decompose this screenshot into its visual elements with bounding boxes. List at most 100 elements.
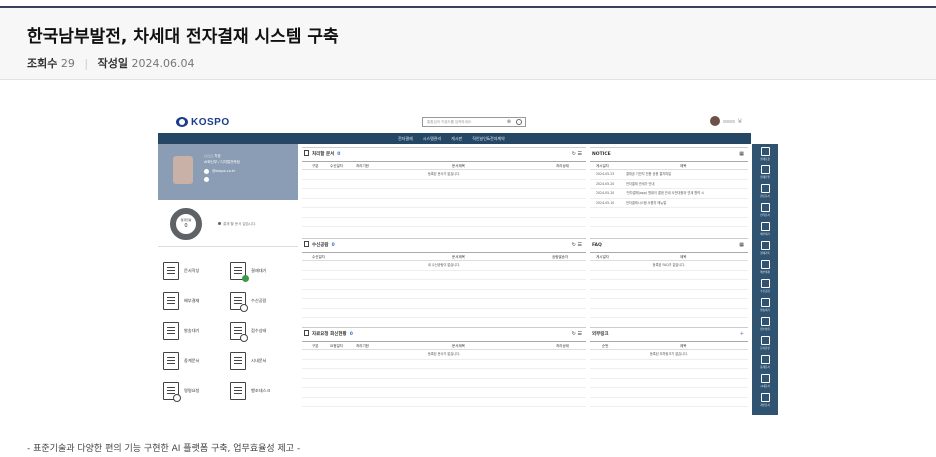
screenshot-left-panel: ○○○ 차장 AI혁신부 / 디지털전략팀 @kospo.co.kr 결재현황 … [158, 144, 298, 415]
refresh-list-icon: ↻ ☰ [571, 242, 582, 248]
views-value: 29 [60, 57, 75, 70]
refresh-list-icon: ↻ ☰ [571, 331, 582, 337]
notice-panel: NOTICE ▦ 게시일자 제목 2024.05.23 결재공 기안지 전용 공용… [590, 147, 748, 235]
screenshot-nav: 전자결재 시스템관리 게시판 직인날인&전자계약 [158, 133, 751, 144]
table-row: 등록된 문서가 없습니다. [302, 170, 586, 180]
screenshot-user: 님 [710, 116, 742, 126]
doc-icon [760, 393, 770, 402]
article-caption: - 표준기술과 다양한 편의 기능 구현한 AI 플랫폼 구축, 업무효율성 제… [27, 444, 301, 454]
article-title: 한국남부발전, 차세대 전자결재 시스템 구축 [27, 27, 339, 47]
mail-send-icon [163, 322, 179, 340]
doc-icon [760, 317, 770, 326]
doc-icon [760, 336, 770, 345]
profile-email: @kospo.co.kr [212, 169, 236, 173]
kospo-logo-icon [176, 117, 188, 127]
sidebar-item: 수신공람 [756, 279, 774, 294]
doc-icon [760, 184, 770, 193]
profile-dept: AI혁신부 / 디지털전략팀 [204, 160, 240, 164]
table-row: 2024.05.23 결재공 기안지 전용 공용 결지파일 [590, 170, 748, 180]
relay-icon [163, 352, 179, 370]
doc-icon [760, 279, 770, 288]
nav-item: 전자결재 [398, 136, 413, 141]
receipt-icon [230, 322, 248, 342]
gauge-label: 결재현황 [180, 218, 192, 222]
nav-item: 게시판 [451, 136, 463, 141]
sidebar-item: 결재진행 [756, 165, 774, 180]
user-label: 님 [738, 118, 742, 123]
doc-icon [760, 355, 770, 364]
sidebar-item: 배부결재 [756, 260, 774, 275]
table-row: 새 수신공람이 없습니다. [302, 261, 586, 271]
doc-icon [760, 374, 770, 383]
sidebar-item: 배부대기 [756, 222, 774, 237]
sidebar-item: 발송대기 [756, 298, 774, 313]
doc-icon [760, 298, 770, 307]
menu-item: 배부결재 [163, 288, 228, 314]
table-row: 등록된 FAQ가 없습니다. [590, 261, 748, 271]
doc-icon [760, 241, 770, 250]
menu-item: 명령요청 [163, 378, 228, 404]
table-row: 2024.05.10 전자결재시스템 사용자 매뉴얼 [590, 199, 748, 208]
city-document-icon [230, 352, 246, 370]
avatar [710, 116, 720, 126]
doc-icon [760, 260, 770, 269]
menu-item: 결재대기 [230, 258, 295, 284]
menu-item: 문서작성 [163, 258, 228, 284]
gauge-note: 결재 할 문서 없습니다. [218, 222, 256, 227]
helpdesk-icon [230, 382, 246, 400]
document-icon [163, 262, 179, 280]
menu-item: 행조데스크 [230, 378, 295, 404]
received-panel: 수신공람 0 ↻ ☰ 수신일자 문서제목 공람발송자 새 수신공람이 없습니다. [302, 238, 586, 323]
menu-item: 발송대기 [163, 318, 228, 344]
mail-search-icon [230, 292, 248, 312]
screenshot-search-input: 통합검색 키워드를 입력하세요 ⊗ [422, 117, 526, 127]
email-icon [204, 169, 209, 174]
document-check-icon [230, 262, 249, 282]
doc-icon [760, 165, 770, 174]
doc-icon [760, 147, 770, 156]
date-label: 작성일 [97, 57, 128, 70]
sidebar-item: 결재요청 [756, 147, 774, 162]
kospo-logo: KOSPO [176, 116, 230, 128]
screenshot-topbar: KOSPO 통합검색 키워드를 입력하세요 ⊗ 님 [158, 110, 778, 133]
gauge-ring: 결재현황 0 [170, 208, 202, 240]
doc-icon [760, 222, 770, 231]
quick-menu: 문서작성 결재대기 배부결재 수신공람 발송대기 접수상태 중계문서 시내문서 … [158, 258, 298, 410]
profile-photo [173, 156, 193, 184]
request-icon [163, 382, 181, 402]
menu-item: 접수상태 [230, 318, 295, 344]
search-placeholder: 통합검색 키워드를 입력하세요 [427, 120, 472, 124]
pending-panel: 처리할 문서 0 ↻ ☰ 구분 수신일자 처리기한 문서제목 처리상태 등록된 문… [302, 147, 586, 235]
links-panel: 외부링크 + 순번 제목 등록된 외부링크가 없습니다. [590, 327, 748, 412]
screenshot-right-sidebar: 결재요청 결재진행 완료문서 반려문서 배부대기 결재기록 배부결재 수신공람 … [752, 144, 778, 415]
clear-icon: ⊗ [506, 119, 511, 125]
sidebar-item: 중계문서 [756, 355, 774, 370]
system-screenshot: KOSPO 통합검색 키워드를 입력하세요 ⊗ 님 전자결재 시스템관리 게시판… [158, 110, 778, 415]
clipboard-icon [304, 241, 309, 247]
nav-item: 시스템관리 [422, 136, 442, 141]
doc-icon [760, 203, 770, 212]
menu-item: 수신공람 [230, 288, 295, 314]
table-row: 등록된 문서가 없습니다. [302, 350, 586, 360]
table-row: 2024.05.20 전자결재 관세가 안내 [590, 180, 748, 189]
gauge-value: 0 [184, 223, 188, 229]
sidebar-item: 문서분류 [756, 336, 774, 351]
grid-icon: ▦ [739, 151, 744, 157]
clipboard-icon [304, 330, 309, 336]
menu-item: 시내문서 [230, 348, 295, 374]
refresh-list-icon: ↻ ☰ [571, 151, 582, 157]
sidebar-item: 결재기록 [756, 241, 774, 256]
article-header: 한국남부발전, 차세대 전자결재 시스템 구축 조회수 29 | 작성일 202… [0, 8, 936, 80]
clipboard-icon [304, 150, 309, 156]
sidebar-item: 반려문서 [756, 203, 774, 218]
date-value: 2024.06.04 [131, 57, 195, 70]
profile-card: ○○○ 차장 AI혁신부 / 디지털전략팀 @kospo.co.kr [158, 144, 298, 200]
sidebar-item: 완료문서 [756, 184, 774, 199]
menu-item: 중계문서 [163, 348, 228, 374]
views-label: 조회수 [27, 57, 58, 70]
meta-divider: | [84, 57, 89, 70]
search-icon [516, 119, 522, 125]
approval-gauge: 결재현황 0 결재 할 문서 없습니다. [158, 202, 298, 247]
phone-icon [204, 177, 209, 182]
sidebar-item: 개인문서 [756, 393, 774, 408]
